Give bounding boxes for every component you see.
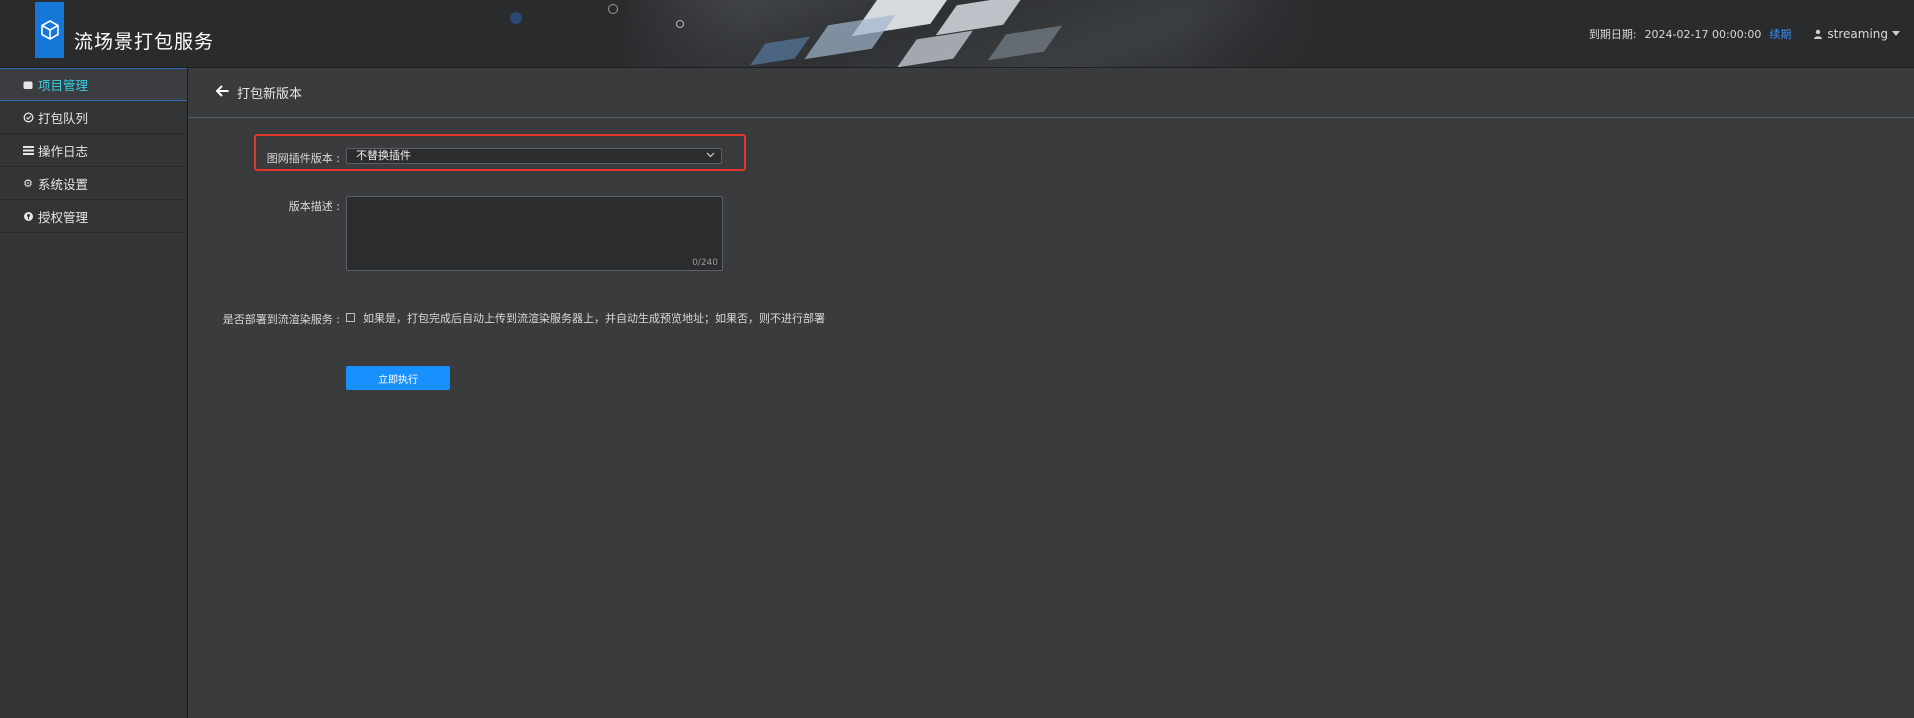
sidebar-item-settings[interactable]: ⚙ 系统设置	[0, 167, 187, 200]
sidebar: 项目管理 打包队列 操作日志 ⚙ 系统设置 授权管理	[0, 68, 188, 718]
cube-logo-icon	[40, 20, 59, 40]
plugin-version-label: 图网插件版本 :	[266, 152, 340, 165]
page-header: 打包新版本	[188, 68, 1914, 118]
chevron-down-icon	[706, 149, 715, 163]
caret-down-icon	[1892, 31, 1900, 36]
sidebar-item-label: 授权管理	[38, 209, 89, 225]
version-desc-textarea[interactable]: 0/240	[346, 196, 723, 271]
execute-button[interactable]: 立即执行	[346, 366, 450, 390]
sidebar-item-license[interactable]: 授权管理	[0, 200, 187, 233]
sidebar-item-projects[interactable]: 项目管理	[0, 68, 187, 101]
expiry-label: 到期日期:	[1588, 28, 1637, 41]
app-title: 流场景打包服务	[74, 31, 215, 53]
main-content: 打包新版本 图网插件版本 : 不替换插件 版本描述 : 0/240 是否部署到流…	[188, 68, 1914, 718]
sidebar-item-logs[interactable]: 操作日志	[0, 134, 187, 167]
deploy-label: 是否部署到流渲染服务 :	[222, 313, 340, 326]
char-counter: 0/240	[692, 258, 718, 268]
plugin-version-value: 不替换插件	[356, 149, 411, 162]
sidebar-item-label: 项目管理	[38, 78, 89, 93]
renew-link[interactable]: 续期	[1769, 26, 1791, 42]
folder-icon	[22, 80, 34, 90]
username: streaming	[1827, 27, 1888, 41]
header-right: 到期日期: 2024-02-17 00:00:00 续期 streaming	[1589, 26, 1900, 42]
sidebar-item-label: 系统设置	[38, 176, 89, 192]
version-desc-label: 版本描述 :	[288, 200, 340, 213]
sidebar-item-label: 操作日志	[38, 143, 89, 159]
plugin-version-select[interactable]: 不替换插件	[346, 148, 722, 164]
gear-icon: ⚙	[23, 176, 33, 190]
header-banner-art	[510, 0, 1320, 67]
deploy-checkbox[interactable]	[346, 313, 355, 322]
app-logo	[35, 2, 64, 58]
log-icon	[22, 145, 34, 155]
top-header: 流场景打包服务 到期日期: 2024-02-17 00:00:00 续期 str…	[0, 0, 1914, 68]
queue-icon	[22, 112, 34, 123]
page-title: 打包新版本	[237, 87, 303, 102]
sidebar-item-queue[interactable]: 打包队列	[0, 101, 187, 134]
deploy-description: 如果是，打包完成后自动上传到流渲染服务器上，并自动生成预览地址；如果否，则不进行…	[363, 312, 825, 325]
user-menu[interactable]: streaming	[1813, 27, 1900, 41]
expiry-date: 2024-02-17 00:00:00	[1644, 27, 1762, 41]
sidebar-item-label: 打包队列	[38, 110, 89, 126]
user-icon	[1814, 29, 1823, 39]
key-icon	[22, 211, 34, 222]
back-arrow-icon[interactable]	[215, 84, 229, 101]
